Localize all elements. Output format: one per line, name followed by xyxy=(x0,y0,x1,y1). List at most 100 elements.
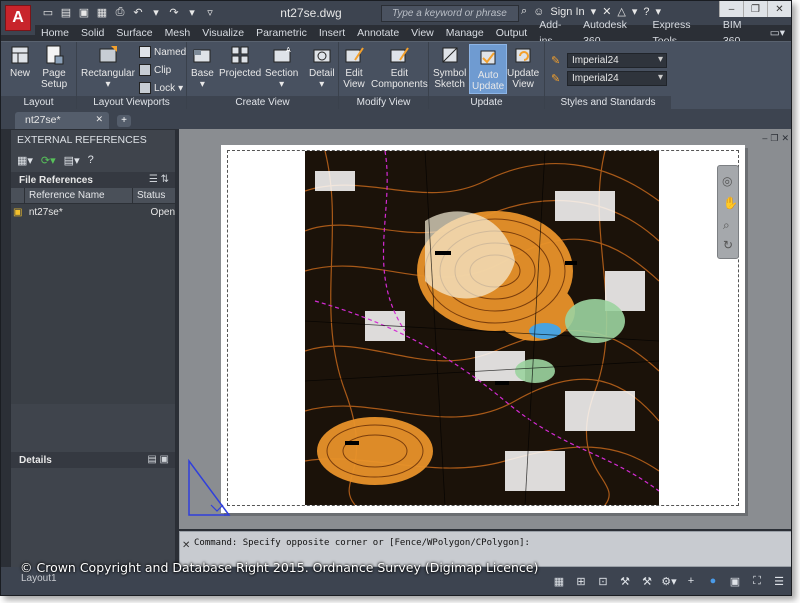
details-preview-icon[interactable]: ▤ ▣ xyxy=(147,454,169,465)
symbol-sketch-label-2: Sketch xyxy=(434,79,465,90)
customization-menu-icon[interactable]: ☰ xyxy=(769,572,789,590)
search-input[interactable]: Type a keyword or phrase xyxy=(381,5,519,22)
list-view-icon[interactable]: ☰ ⇅ xyxy=(149,174,169,185)
binoculars-icon[interactable]: ⌕ xyxy=(521,5,527,18)
clip-viewport-button[interactable]: Clip xyxy=(139,64,171,76)
annotation-scale-icon[interactable]: ⚒ xyxy=(615,572,635,590)
navigation-bar[interactable]: ◎ ✋ ⌕ ↻ xyxy=(717,165,739,259)
help-icon[interactable]: ? xyxy=(643,6,649,18)
pan-icon[interactable]: ✋ xyxy=(723,196,738,210)
tab-view[interactable]: View xyxy=(405,25,440,41)
workspace-icon[interactable]: ⚙▾ xyxy=(659,572,679,590)
lock-label: Lock xyxy=(154,82,176,94)
close-command-line-icon[interactable]: ✕ xyxy=(182,540,190,551)
tab-surface[interactable]: Surface xyxy=(110,25,158,41)
help-icon[interactable]: ? xyxy=(88,154,94,166)
lock-viewport-button[interactable]: Lock ▾ xyxy=(139,82,183,94)
tab-mesh[interactable]: Mesh xyxy=(159,25,197,41)
save-icon[interactable]: ▣ xyxy=(77,5,91,19)
document-tab[interactable]: nt27se* ✕ xyxy=(15,112,109,129)
isolate-objects-icon[interactable]: ● xyxy=(703,572,723,590)
annotation-monitor-icon[interactable]: + xyxy=(681,572,701,590)
section-view-icon: A xyxy=(273,47,291,63)
detail-view-button[interactable]: Detail ▾ xyxy=(309,44,335,90)
ribbon-options-icon[interactable]: ▭▾ xyxy=(764,25,791,41)
minimize-drawing-icon[interactable]: – xyxy=(762,133,767,144)
rectangular-dropdown-icon: ▾ xyxy=(105,79,111,90)
base-view-button[interactable]: Base ▾ xyxy=(191,44,214,90)
projected-view-button[interactable]: Projected xyxy=(219,44,261,79)
document-tab-label: nt27se* xyxy=(25,114,61,126)
tab-insert[interactable]: Insert xyxy=(313,25,351,41)
clean-screen-icon[interactable]: ⛶ xyxy=(747,572,767,590)
lock-icon xyxy=(139,82,151,94)
new-layout-button[interactable]: New xyxy=(9,44,31,79)
panel-label-layout-viewports: Layout Viewports xyxy=(77,96,186,110)
redo-dropdown-icon[interactable]: ▾ xyxy=(185,5,199,19)
paper-space-icon[interactable]: ▦ xyxy=(549,572,569,590)
section-style-dropdown[interactable]: Imperial24 xyxy=(567,71,667,86)
reference-list: ▣ nt27se* Open xyxy=(11,204,175,404)
tab-parametric[interactable]: Parametric xyxy=(250,25,313,41)
update-view-button[interactable]: Update View xyxy=(507,44,539,90)
details-label: Details xyxy=(19,455,52,466)
close-tab-icon[interactable]: ✕ xyxy=(95,114,103,125)
zoom-icon[interactable]: ⌕ xyxy=(723,218,730,233)
restore-icon[interactable]: ❐ xyxy=(743,1,767,17)
tab-output[interactable]: Output xyxy=(490,25,534,41)
close-drawing-icon[interactable]: ✕ xyxy=(781,133,789,144)
rectangular-viewport-button[interactable]: Rectangular ▾ xyxy=(81,44,135,90)
base-view-icon xyxy=(193,49,211,63)
application-menu-button[interactable]: A xyxy=(1,1,35,35)
undo-dropdown-icon[interactable]: ▾ xyxy=(149,5,163,19)
tab-manage[interactable]: Manage xyxy=(440,25,490,41)
change-path-icon[interactable]: ▤▾ xyxy=(64,154,80,167)
annotation-visibility-icon[interactable]: ⚒ xyxy=(637,572,657,590)
tab-home[interactable]: Home xyxy=(35,25,75,41)
view-style-dropdown[interactable]: Imperial24 xyxy=(567,53,667,68)
section-style-icon: ✎ xyxy=(551,73,561,85)
print-icon[interactable]: ⎙ xyxy=(113,5,127,19)
panel-layout-viewports: Rectangular ▾ Named Clip Lock ▾ Layout V… xyxy=(77,42,187,110)
tab-solid[interactable]: Solid xyxy=(75,25,110,41)
drawing-area[interactable]: – ❐ ✕ ◎ ✋ ⌕ ↻ xyxy=(179,129,791,529)
panel-update: Symbol Sketch Auto Update Update View Up… xyxy=(429,42,545,110)
column-reference-name[interactable]: Reference Name xyxy=(25,188,133,203)
close-icon[interactable]: ✕ xyxy=(767,1,791,17)
view-style-icon: ✎ xyxy=(551,55,561,67)
auto-update-button[interactable]: Auto Update xyxy=(469,44,508,94)
reference-status-cell: Open xyxy=(150,207,176,218)
hardware-acceleration-icon[interactable]: ▣ xyxy=(725,572,745,590)
column-status[interactable]: Status xyxy=(133,188,173,203)
save-as-icon[interactable]: ▦ xyxy=(95,5,109,19)
new-file-icon[interactable]: ▭ xyxy=(41,5,55,19)
page-setup-button[interactable]: Page Setup xyxy=(41,44,67,90)
tab-visualize[interactable]: Visualize xyxy=(196,25,250,41)
symbol-sketch-button[interactable]: Symbol Sketch xyxy=(433,44,466,90)
tab-annotate[interactable]: Annotate xyxy=(351,25,405,41)
open-folder-icon[interactable]: ▤ xyxy=(59,5,73,19)
new-tab-button[interactable]: + xyxy=(117,115,131,127)
layout-paper: ◎ ✋ ⌕ ↻ xyxy=(221,145,745,513)
edit-view-button[interactable]: Edit View xyxy=(343,44,365,90)
attach-dwg-icon[interactable]: ▦▾ xyxy=(17,154,33,167)
user-icon[interactable]: ☺ xyxy=(533,6,544,18)
grid-icon[interactable]: ⊡ xyxy=(593,572,613,590)
snap-icon[interactable]: ⊞ xyxy=(571,572,591,590)
edit-components-label-2: Components xyxy=(371,79,428,90)
redo-icon[interactable]: ↷ xyxy=(167,5,181,19)
undo-icon[interactable]: ↶ xyxy=(131,5,145,19)
refresh-icon[interactable]: ⟳▾ xyxy=(41,154,56,167)
edit-components-button[interactable]: Edit Components xyxy=(371,44,428,90)
restore-drawing-icon[interactable]: ❐ xyxy=(770,133,778,144)
named-viewports-button[interactable]: Named xyxy=(139,46,186,58)
steering-wheel-icon[interactable]: ◎ xyxy=(722,174,732,188)
status-toggles: ▦ ⊞ ⊡ ⚒ ⚒ ⚙▾ + ● ▣ ⛶ ☰ xyxy=(549,572,789,590)
table-row[interactable]: ▣ nt27se* Open xyxy=(11,204,175,221)
section-view-button[interactable]: A Section ▾ xyxy=(265,44,298,90)
minimize-icon[interactable]: – xyxy=(719,1,743,17)
sign-in-button[interactable]: Sign In xyxy=(550,6,584,18)
drawing-file-icon: ▣ xyxy=(13,207,23,218)
orbit-icon[interactable]: ↻ xyxy=(723,238,733,252)
customize-qat-icon[interactable]: ▿ xyxy=(203,5,217,19)
